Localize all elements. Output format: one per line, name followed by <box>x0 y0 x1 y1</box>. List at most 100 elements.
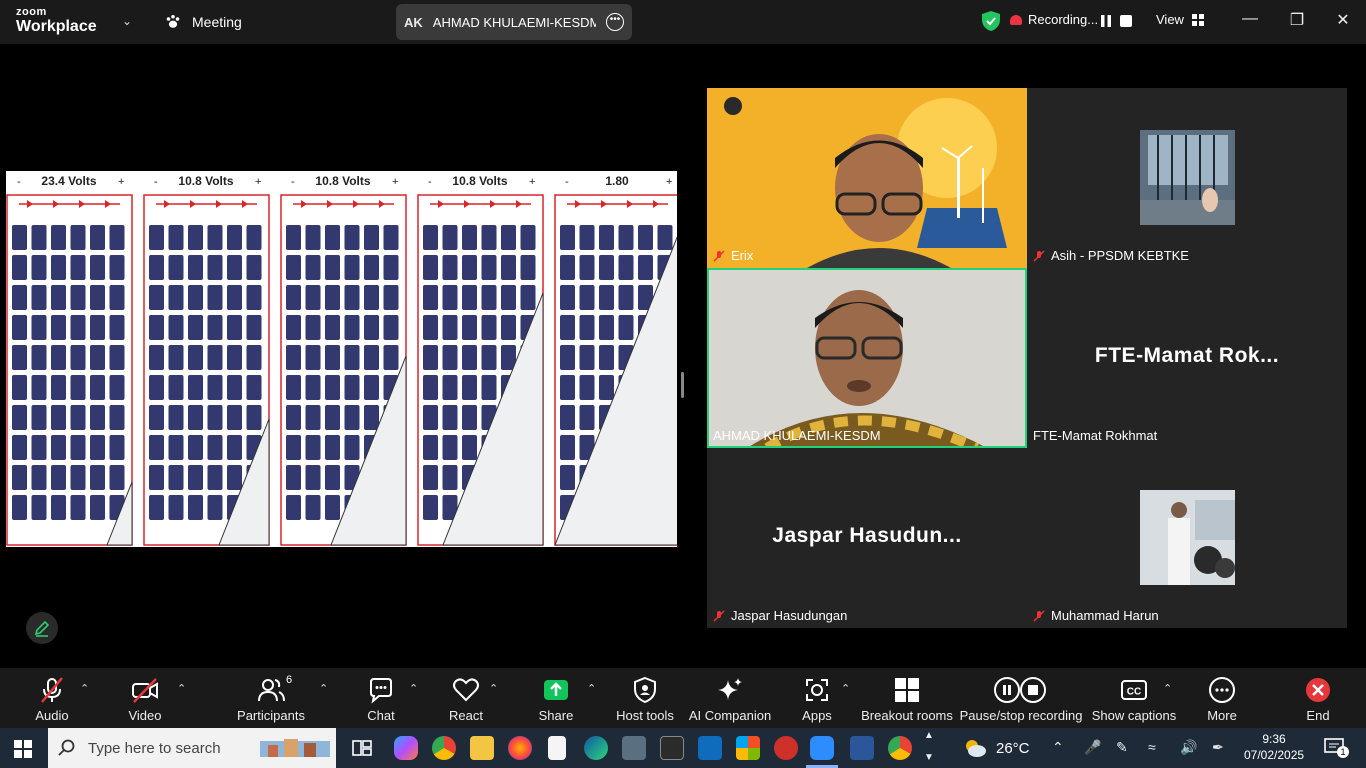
solar-cell <box>12 375 27 400</box>
shared-screen[interactable]: 23.4 Volts - +10.8 Volts - +10.8 Volts - +10.8… <box>6 171 677 547</box>
chat-options-chevron-icon[interactable]: ⌃ <box>409 682 418 695</box>
video-tile-ahmad[interactable]: AHMAD KHULAEMI-KESDM <box>707 268 1027 448</box>
pause-recording-icon[interactable] <box>1098 13 1114 29</box>
resize-handle[interactable] <box>681 372 684 398</box>
participant-label: Jaspar Hasudungan <box>711 607 849 624</box>
volume-icon[interactable]: 🔊 <box>1180 739 1197 756</box>
chrome-icon[interactable] <box>432 736 456 760</box>
solar-cell <box>109 315 125 340</box>
solar-cell <box>31 375 47 400</box>
video-tile-mamat[interactable]: FTE-Mamat Rok... FTE-Mamat Rokhmat <box>1027 268 1347 448</box>
minimize-icon[interactable]: — <box>1238 10 1262 28</box>
copilot-icon[interactable] <box>394 736 418 760</box>
grid-view-icon <box>1191 13 1204 26</box>
solar-cell <box>657 225 673 250</box>
end-meeting-button[interactable]: End <box>1300 676 1336 724</box>
taskbar-scroll-down-icon[interactable]: ▼ <box>924 752 934 763</box>
wifi-icon[interactable]: ≈ <box>1148 739 1156 755</box>
captions-options-chevron-icon[interactable]: ⌃ <box>1163 682 1172 695</box>
pause-stop-recording-button[interactable]: Pause/stop recording <box>960 676 1082 724</box>
task-view-icon[interactable] <box>350 736 374 760</box>
chrome-profile-icon[interactable] <box>888 736 912 760</box>
end-label: End <box>1306 708 1330 723</box>
word-icon[interactable] <box>850 736 874 760</box>
more-options-icon[interactable]: ••• <box>606 13 624 31</box>
apps-label: Apps <box>802 708 832 723</box>
chat-button[interactable]: Chat <box>364 676 398 724</box>
audio-button[interactable]: Audio <box>32 676 72 724</box>
solar-cell <box>227 375 242 400</box>
notification-center-button[interactable]: 1 <box>1324 738 1349 761</box>
heart-icon <box>453 678 479 702</box>
solar-cell <box>12 285 27 310</box>
chevron-down-icon[interactable]: ⌄ <box>122 14 132 28</box>
more-button[interactable]: More <box>1204 676 1240 724</box>
restore-icon[interactable]: ❐ <box>1285 10 1309 30</box>
ai-companion-button[interactable]: AI Companion <box>689 676 771 724</box>
participants-button[interactable]: 6 Participants <box>236 674 306 724</box>
participant-name: Erix <box>731 248 754 263</box>
zoom-workplace-logo[interactable]: zoom Workplace <box>16 7 97 35</box>
annotate-button[interactable] <box>26 612 58 644</box>
share-options-chevron-icon[interactable]: ⌃ <box>587 682 596 695</box>
apps-button[interactable]: Apps <box>800 676 834 724</box>
participant-display-name: Jaspar Hasudun... <box>772 524 962 547</box>
video-tile-erix[interactable]: Erix <box>707 88 1027 268</box>
solar-cell <box>560 285 575 310</box>
close-icon[interactable]: ✕ <box>1331 10 1355 30</box>
participants-options-chevron-icon[interactable]: ⌃ <box>319 682 328 695</box>
microphone-icon[interactable]: 🎤 <box>1084 739 1101 756</box>
taskbar-scroll-up-icon[interactable]: ▲ <box>924 730 934 741</box>
solar-cell <box>560 225 575 250</box>
app-icon-gallery[interactable] <box>622 736 646 760</box>
microsoft-store-icon[interactable] <box>736 736 760 760</box>
solar-cell <box>31 495 47 520</box>
solar-cell <box>188 225 203 250</box>
wps-office-icon[interactable] <box>774 736 798 760</box>
video-options-chevron-icon[interactable]: ⌃ <box>177 682 186 695</box>
meeting-tab[interactable]: Meeting <box>164 13 242 31</box>
video-tile-harun[interactable]: Muhammad Harun <box>1027 448 1347 628</box>
solar-cell <box>90 435 105 460</box>
video-button[interactable]: Video <box>124 676 166 724</box>
recording-indicator[interactable]: Recording... <box>1010 12 1098 27</box>
system-clock[interactable]: 9:36 07/02/2025 <box>1244 731 1304 763</box>
zoom-taskbar-icon[interactable] <box>810 736 834 760</box>
audio-options-chevron-icon[interactable]: ⌃ <box>80 682 89 695</box>
screen-share-indicator[interactable]: AK AHMAD KHULAEMI-KESDM's screen ••• <box>396 4 632 40</box>
apps-options-chevron-icon[interactable]: ⌃ <box>841 682 850 695</box>
host-tools-button[interactable]: Host tools <box>614 676 676 724</box>
app-icon-terminal[interactable] <box>660 736 684 760</box>
react-button[interactable]: React <box>446 676 486 724</box>
solar-cell <box>207 255 223 280</box>
firefox-icon[interactable] <box>508 736 532 760</box>
solar-cell <box>638 255 653 280</box>
mail-icon[interactable] <box>698 736 722 760</box>
view-button[interactable]: View <box>1156 12 1204 27</box>
edge-icon[interactable] <box>584 736 608 760</box>
breakout-label: Breakout rooms <box>861 708 953 723</box>
panel-minus-label: - <box>154 176 158 188</box>
pen-workspace-icon[interactable]: ✒ <box>1212 739 1224 756</box>
pen-tray-icon[interactable]: ✎ <box>1116 739 1128 756</box>
solar-cell <box>442 465 458 490</box>
solar-cell <box>70 405 86 430</box>
react-options-chevron-icon[interactable]: ⌃ <box>489 682 498 695</box>
encryption-shield-icon[interactable] <box>982 11 1000 31</box>
taskbar-search-box[interactable]: Type here to search <box>48 728 336 768</box>
show-hidden-icons-chevron-icon[interactable]: ⌃ <box>1052 739 1064 756</box>
file-explorer-icon[interactable] <box>470 736 494 760</box>
windows-start-icon[interactable] <box>14 740 32 758</box>
video-tile-jaspar[interactable]: Jaspar Hasudun... Jaspar Hasudungan <box>707 448 1027 628</box>
weather-widget[interactable]: 26°C <box>962 738 1030 758</box>
solar-cell <box>423 315 438 340</box>
solar-cell <box>31 225 47 250</box>
solar-cell <box>579 285 595 310</box>
video-tile-asih[interactable]: Asih - PPSDM KEBTKE <box>1027 88 1347 268</box>
breakout-rooms-button[interactable]: Breakout rooms <box>861 676 953 724</box>
solar-cell <box>188 495 203 520</box>
notepad-icon[interactable] <box>548 736 566 760</box>
stop-recording-icon[interactable] <box>1118 13 1134 29</box>
clock-date: 07/02/2025 <box>1244 748 1305 762</box>
share-button[interactable]: Share <box>536 676 576 724</box>
